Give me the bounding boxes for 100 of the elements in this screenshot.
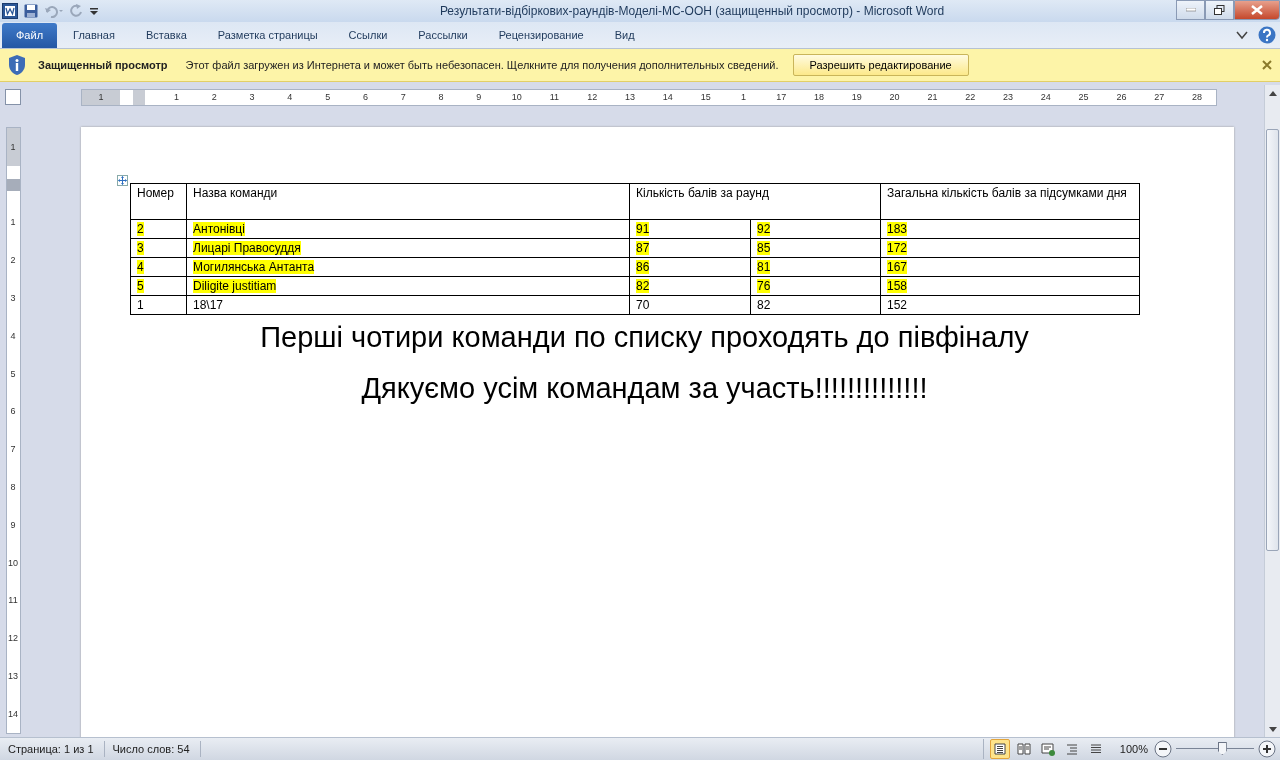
margin-marker[interactable]	[6, 178, 20, 191]
enable-editing-button[interactable]: Разрешить редактирование	[792, 54, 969, 76]
ribbon-tab[interactable]: Ссылки	[333, 24, 403, 46]
table-cell-text: 70	[636, 298, 650, 312]
zoom-slider-thumb[interactable]	[1217, 742, 1227, 755]
ruler-number: 24	[1039, 92, 1052, 102]
zoom-in-icon[interactable]	[1258, 740, 1276, 758]
ruler-number: 25	[1077, 92, 1090, 102]
ruler-number: 11	[548, 92, 561, 102]
scroll-up-icon[interactable]	[1268, 90, 1277, 96]
margin-marker[interactable]	[132, 89, 145, 105]
table-cell-text: 86	[636, 260, 650, 274]
help-icon[interactable]	[1258, 26, 1276, 44]
print-layout-icon	[991, 741, 1008, 757]
zoom-level[interactable]: 100%	[1119, 743, 1148, 755]
table-cell-text: Diligite justitiam	[193, 279, 277, 293]
ruler-number: 3	[9, 292, 17, 306]
close-button[interactable]	[1234, 0, 1280, 20]
close-icon	[1251, 5, 1263, 15]
ruler-number: 17	[775, 92, 788, 102]
table-cell-text: 3	[137, 241, 144, 255]
minimize-ribbon-icon[interactable]	[1236, 30, 1248, 40]
table-cell-text: 87	[636, 241, 650, 255]
tab-selector[interactable]	[5, 89, 21, 105]
ruler-number: 26	[1115, 92, 1128, 102]
horizontal-ruler[interactable]: 1 1 2 3 4 5 6 7 8 9 10 11 12 13 14 15 1 17 18 19 20 21 22 23 24 25 26 27 28	[81, 88, 1217, 106]
ribbon-tab[interactable]: Рассылки	[403, 24, 483, 46]
ruler-number: 7	[399, 92, 407, 102]
ruler-number: 7	[9, 443, 17, 457]
table-cell-text: Могилянська Антанта	[193, 260, 315, 274]
page-count[interactable]: Страница: 1 из 1	[0, 741, 105, 757]
ribbon-tab[interactable]: Разметка страницы	[202, 24, 333, 46]
reading-layout-icon	[1015, 741, 1032, 757]
column-header: Загальна кількість балів за підсумками дня	[887, 186, 1127, 200]
table-cell-text: Лицарі Правосуддя	[193, 241, 301, 255]
ruler-number: 14	[661, 92, 674, 102]
ruler-number: 9	[9, 518, 17, 532]
ruler-number: 28	[1191, 92, 1203, 102]
ruler-number: 3	[248, 92, 256, 102]
ruler-number: 27	[1153, 92, 1166, 102]
vertical-scrollbar[interactable]	[1264, 85, 1280, 737]
ruler-number: 4	[286, 92, 294, 102]
ruler-number: 18	[813, 92, 826, 102]
table-cell-text: 152	[887, 298, 908, 312]
view-button[interactable]	[989, 739, 1010, 759]
body-text: Перші чотири команди по списку проходять до півфіналу	[259, 321, 1030, 354]
close-icon[interactable]	[1262, 60, 1272, 70]
table-cell-text: 2	[137, 222, 144, 236]
ruler-number: 4	[9, 329, 17, 343]
window-title: Результати-відбіркових-раундів-Моделі-МС-ООН (защищенный просмотр) - Microsoft Word	[438, 4, 946, 18]
ribbon-tab[interactable]: Рецензирование	[483, 24, 599, 46]
web-layout-icon	[1039, 741, 1056, 757]
table-cell-text: 183	[887, 222, 908, 236]
table-cell-text: 81	[757, 260, 771, 274]
ruler-number: 5	[324, 92, 332, 102]
ruler-number: 1	[6, 128, 20, 166]
message-text[interactable]: Этот файл загружен из Интернета и может быть небезопасен. Щелкните для получения дополнительных сведений.	[185, 59, 779, 71]
ruler-number: 13	[624, 92, 637, 102]
zoom-out-icon[interactable]	[1154, 740, 1172, 758]
word-count[interactable]: Число слов: 54	[104, 741, 201, 757]
restore-button[interactable]	[1205, 0, 1234, 20]
ruler-number: 19	[850, 92, 863, 102]
ruler-number: 13	[7, 670, 19, 684]
ruler-number: 23	[1002, 92, 1014, 102]
ruler-number: 6	[9, 405, 17, 419]
table-cell-text: 82	[636, 279, 650, 293]
scrollbar-thumb[interactable]	[1266, 129, 1279, 551]
restore-icon	[1214, 5, 1225, 15]
minimize-icon	[1185, 8, 1196, 12]
save-icon[interactable]	[24, 4, 38, 18]
table-cell-text: 5	[137, 279, 144, 293]
ruler-number: 9	[475, 92, 483, 102]
ruler-number: 2	[9, 254, 17, 268]
ruler-number: 11	[7, 594, 19, 608]
ruler-number: 14	[7, 707, 19, 721]
ribbon-tab[interactable]: Вид	[599, 24, 650, 46]
ribbon-tab[interactable]: Файл	[2, 22, 58, 48]
ruler-number: 1	[172, 92, 180, 102]
table-cell-text: 92	[757, 222, 771, 236]
scroll-down-icon[interactable]	[1268, 726, 1277, 732]
table-cell-text: 76	[757, 279, 771, 293]
table-move-handle-icon[interactable]	[117, 175, 128, 186]
table-cell-text: 4	[137, 260, 144, 274]
word-logo-icon	[2, 3, 18, 19]
vertical-ruler[interactable]: 1 1 2 3 4 5 6 7 8 9 10 11 12 13 14	[5, 127, 21, 734]
ruler-number: 1	[82, 89, 120, 105]
ribbon-tab[interactable]: Главная	[58, 24, 130, 46]
column-header: Назва команди	[193, 186, 278, 200]
customize-toolbar-icon[interactable]	[90, 5, 98, 17]
table-cell-text: 18\17	[193, 298, 224, 312]
table-cell-text: 167	[887, 260, 908, 274]
ruler-number: 6	[361, 92, 369, 102]
table-cell-text: 91	[636, 222, 650, 236]
ruler-number: 8	[9, 481, 17, 495]
ruler-number: 22	[964, 92, 977, 102]
ruler-number: 1	[739, 92, 747, 102]
ruler-number: 10	[510, 92, 523, 102]
table-cell-text: Антонівці	[193, 222, 245, 236]
ribbon-tab[interactable]: Вставка	[130, 24, 202, 46]
table-cell-text: 158	[887, 279, 908, 293]
